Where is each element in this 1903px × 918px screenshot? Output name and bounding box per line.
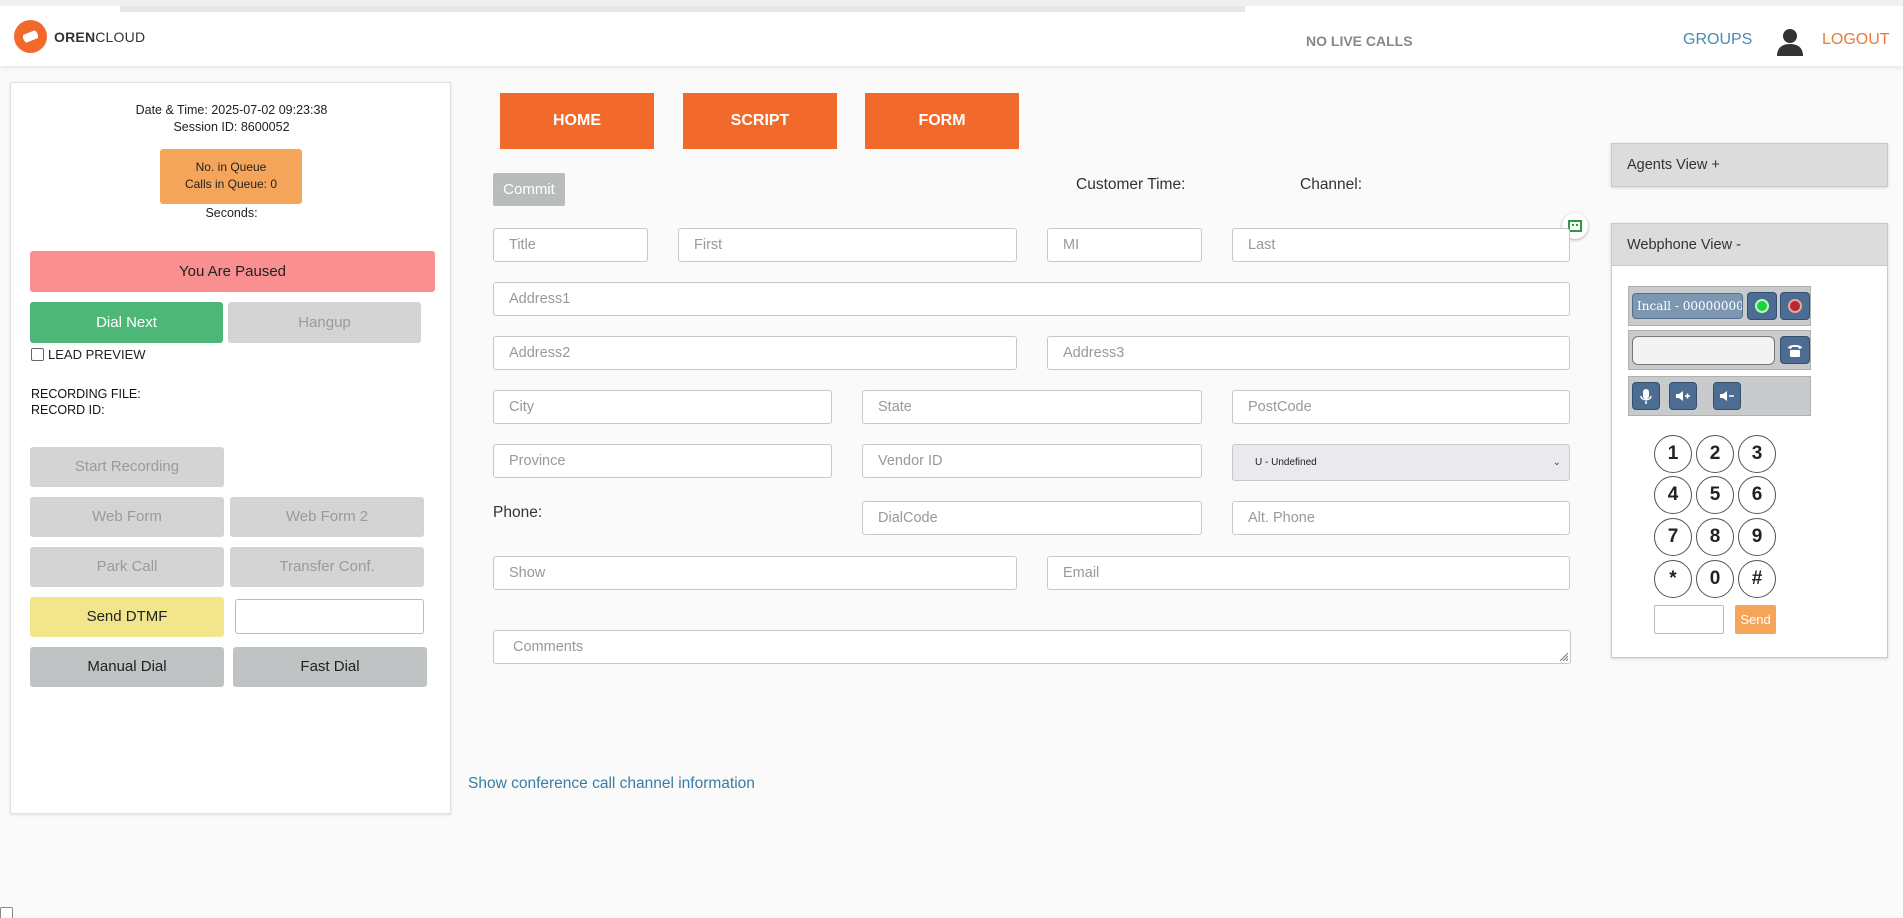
last-name-field[interactable]: Last (1232, 228, 1570, 262)
date-time: Date & Time: 2025-07-02 09:23:38 (135, 103, 328, 117)
conference-info-link[interactable]: Show conference call channel information (468, 775, 755, 793)
recording-file-label: RECORDING FILE: (31, 387, 141, 401)
keypad-hash[interactable]: # (1738, 560, 1776, 598)
lead-preview-option[interactable]: LEAD PREVIEW (31, 347, 146, 362)
webphone-panel: Webphone View - Incall - 00000000 1 2 3 … (1611, 223, 1888, 658)
state-field[interactable]: State (862, 390, 1202, 424)
email-field[interactable]: Email (1047, 556, 1570, 590)
calls-in-queue: Calls in Queue: 0 (184, 177, 278, 191)
chevron-down-icon: ⌄ (1552, 457, 1561, 468)
queue-label: No. in Queue (195, 160, 267, 174)
gender-select-value: U - Undefined (1255, 457, 1317, 468)
keypad-1[interactable]: 1 (1654, 435, 1692, 473)
vendor-id-field[interactable]: Vendor ID (862, 444, 1202, 478)
keypad-2[interactable]: 2 (1696, 435, 1734, 473)
phone-icon (1788, 345, 1802, 357)
hangup-button[interactable]: Hangup (228, 302, 421, 343)
tab-home[interactable]: HOME (500, 93, 654, 149)
session-id: Session ID: 8600052 (173, 120, 290, 134)
transfer-conf-button[interactable]: Transfer Conf. (230, 547, 424, 587)
province-field[interactable]: Province (493, 444, 832, 478)
dtmf-send-input[interactable] (1654, 605, 1724, 634)
keypad-0[interactable]: 0 (1696, 560, 1734, 598)
lead-preview-label: LEAD PREVIEW (48, 347, 146, 362)
dialcode-field[interactable]: DialCode (862, 501, 1202, 535)
volume-down-button[interactable] (1713, 382, 1741, 410)
manual-dial-button[interactable]: Manual Dial (30, 647, 224, 687)
lead-preview-checkbox[interactable] (31, 348, 44, 361)
comments-field[interactable]: Comments (493, 630, 1571, 664)
logo-light-text: CLOUD (95, 28, 146, 45)
keypad-5[interactable]: 5 (1696, 476, 1734, 514)
answer-button[interactable] (1747, 292, 1777, 320)
user-icon[interactable] (1775, 27, 1805, 57)
commit-button[interactable]: Commit (493, 173, 565, 206)
logo-icon (14, 20, 47, 53)
record-id-label: RECORD ID: (31, 403, 105, 417)
keypad-6[interactable]: 6 (1738, 476, 1776, 514)
volume-down-icon (1720, 391, 1734, 401)
address3-field[interactable]: Address3 (1047, 336, 1570, 370)
address1-field[interactable]: Address1 (493, 282, 1570, 316)
webphone-dial-row (1628, 330, 1811, 370)
alt-phone-field[interactable]: Alt. Phone (1232, 501, 1570, 535)
tab-form[interactable]: FORM (865, 93, 1019, 149)
first-name-field[interactable]: First (678, 228, 1017, 262)
live-calls-status: NO LIVE CALLS (1306, 33, 1413, 49)
seconds-label: Seconds: (205, 206, 258, 220)
middle-initial-field[interactable]: MI (1047, 228, 1202, 262)
web-form-button[interactable]: Web Form (30, 497, 224, 537)
send-button[interactable]: Send (1735, 605, 1776, 634)
keypad-3[interactable]: 3 (1738, 435, 1776, 473)
microphone-icon (1640, 389, 1652, 404)
top-header: ORENCLOUD NO LIVE CALLS GROUPS LOGOUT (0, 0, 1903, 66)
volume-up-button[interactable] (1669, 382, 1697, 410)
reject-button[interactable] (1780, 292, 1810, 320)
postcode-field[interactable]: PostCode (1232, 390, 1570, 424)
gender-select[interactable]: U - Undefined ⌄ (1232, 444, 1570, 481)
city-field[interactable]: City (493, 390, 832, 424)
groups-link[interactable]: GROUPS (1683, 31, 1752, 49)
fast-dial-button[interactable]: Fast Dial (233, 647, 427, 687)
dtmf-input[interactable] (235, 599, 424, 634)
send-dtmf-button[interactable]: Send DTMF (30, 597, 224, 637)
customer-time-label: Customer Time: (1076, 176, 1186, 193)
agent-control-panel: Date & Time: 2025-07-02 09:23:38 Session… (10, 82, 451, 814)
webphone-number-input[interactable] (1632, 336, 1775, 365)
tab-script[interactable]: SCRIPT (683, 93, 837, 149)
keypad-9[interactable]: 9 (1738, 518, 1776, 556)
dial-next-button[interactable]: Dial Next (30, 302, 223, 343)
red-light-icon (1788, 299, 1802, 313)
green-light-icon (1755, 299, 1769, 313)
title-field[interactable]: Title (493, 228, 648, 262)
webphone-audio-row (1628, 376, 1811, 416)
start-recording-button[interactable]: Start Recording (30, 447, 224, 487)
logo-bold-text: OREN (54, 28, 96, 45)
mute-button[interactable] (1632, 382, 1660, 410)
channel-label: Channel: (1300, 176, 1363, 193)
web-form-2-button[interactable]: Web Form 2 (230, 497, 424, 537)
top-strip (120, 6, 1245, 12)
phone-label: Phone: (493, 504, 543, 521)
webphone-call-row: Incall - 00000000 (1628, 286, 1811, 326)
incall-display: Incall - 00000000 (1632, 293, 1743, 319)
keypad-8[interactable]: 8 (1696, 518, 1734, 556)
agents-view-toggle[interactable]: Agents View + (1611, 143, 1888, 187)
comments-placeholder: Comments (513, 639, 584, 655)
queue-status-box: No. in Queue Calls in Queue: 0 (160, 149, 302, 204)
address2-field[interactable]: Address2 (493, 336, 1017, 370)
keypad-7[interactable]: 7 (1654, 518, 1692, 556)
pause-status-button[interactable]: You Are Paused (30, 251, 435, 292)
keypad-4[interactable]: 4 (1654, 476, 1692, 514)
resize-grip-icon[interactable] (1558, 651, 1568, 661)
park-call-button[interactable]: Park Call (30, 547, 224, 587)
bottom-checkbox[interactable] (0, 907, 13, 918)
logout-link[interactable]: LOGOUT (1822, 31, 1890, 49)
call-button[interactable] (1780, 336, 1810, 364)
webphone-view-toggle[interactable]: Webphone View - (1612, 224, 1887, 266)
keypad-star[interactable]: * (1654, 560, 1692, 598)
volume-up-icon (1676, 391, 1690, 401)
show-field[interactable]: Show (493, 556, 1017, 590)
oren-cloud-logo[interactable]: ORENCLOUD (14, 20, 145, 53)
